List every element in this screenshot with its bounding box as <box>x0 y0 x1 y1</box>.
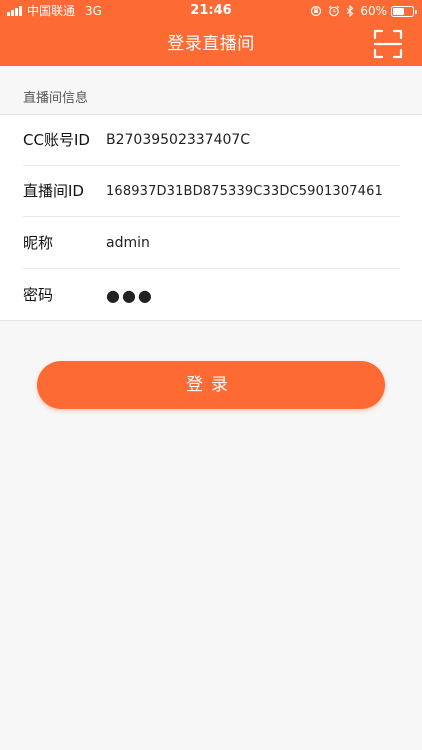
form-row-room-id: 直播间ID <box>23 166 400 217</box>
login-button[interactable]: 登录 <box>37 361 385 409</box>
room-id-label: 直播间ID <box>23 182 84 200</box>
scan-button[interactable] <box>373 29 403 59</box>
room-id-input[interactable] <box>106 166 400 217</box>
battery-icon <box>391 5 417 17</box>
login-form: CC账号ID 直播间ID 昵称 密码 <box>0 114 422 321</box>
nickname-label: 昵称 <box>23 234 54 252</box>
nav-bar: 登录直播间 <box>0 22 422 66</box>
cc-account-label: CC账号ID <box>23 131 90 149</box>
scan-icon <box>373 29 403 59</box>
status-right: 60% <box>310 0 417 22</box>
bluetooth-icon <box>346 5 354 17</box>
form-row-cc-account: CC账号ID <box>23 115 400 166</box>
header: 中国联通 3G 21:46 60% 登录直播间 <box>0 0 422 66</box>
battery-level <box>393 7 405 15</box>
form-row-nickname: 昵称 <box>23 218 400 269</box>
form-row-password: 密码 <box>23 270 400 321</box>
alarm-icon <box>328 5 340 17</box>
cc-account-input[interactable] <box>106 115 400 166</box>
status-bar: 中国联通 3G 21:46 60% <box>0 0 422 22</box>
section-title: 直播间信息 <box>23 91 89 106</box>
nickname-input[interactable] <box>106 218 400 269</box>
password-label: 密码 <box>23 286 54 304</box>
password-input[interactable] <box>106 270 400 321</box>
battery-percent: 60% <box>360 4 387 18</box>
page-title: 登录直播间 <box>167 34 255 54</box>
section-header: 直播间信息 <box>0 66 422 114</box>
rotation-lock-icon <box>310 5 322 17</box>
